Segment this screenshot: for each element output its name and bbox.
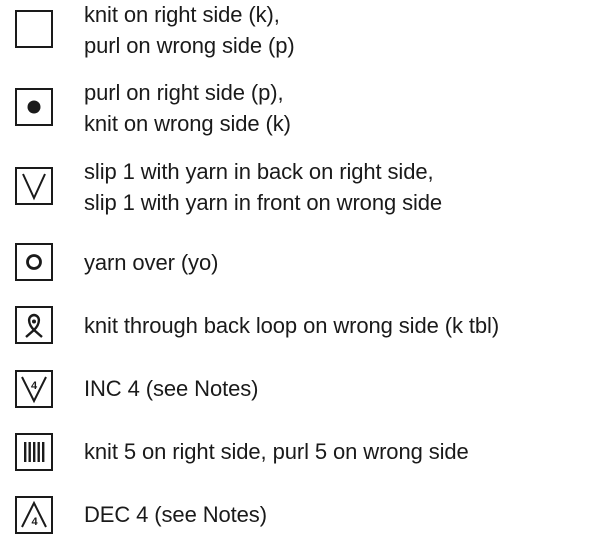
inc-4-symbol-number: 4 <box>31 380 38 392</box>
v-slip-icon <box>15 167 53 205</box>
inc-4-icon: 4 <box>15 370 53 408</box>
legend-line: knit through back loop on wrong side (k … <box>84 313 500 338</box>
legend-entry-text: INC 4 (see Notes) <box>84 373 258 404</box>
legend-entry-text: knit on right side (k), purl on wrong si… <box>84 0 295 61</box>
legend-entry-text: knit through back loop on wrong side (k … <box>84 310 499 341</box>
legend-line: INC 4 (see Notes) <box>84 376 259 401</box>
legend-entry-text: knit 5 on right side, purl 5 on wrong si… <box>84 436 469 467</box>
legend-entry-text: yarn over (yo) <box>84 247 218 278</box>
legend-line: knit on right side (k), <box>84 2 280 27</box>
legend-entry-text: purl on right side (p), knit on wrong si… <box>84 77 291 139</box>
legend-line: slip 1 with yarn in front on wrong side <box>84 190 443 215</box>
legend-line: purl on wrong side (p) <box>84 33 295 58</box>
five-bars-icon <box>15 433 53 471</box>
dot-icon <box>15 88 53 126</box>
stitch-legend: knit on right side (k), purl on wrong si… <box>0 0 600 547</box>
legend-line: knit 5 on right side, purl 5 on wrong si… <box>84 439 469 464</box>
legend-line: slip 1 with yarn in back on right side, <box>84 159 434 184</box>
yarn-over-circle-icon <box>15 243 53 281</box>
legend-line: yarn over (yo) <box>84 250 219 275</box>
legend-entry-text: slip 1 with yarn in back on right side, … <box>84 156 442 218</box>
legend-line: knit on wrong side (k) <box>84 111 291 136</box>
twisted-loop-icon <box>15 306 53 344</box>
empty-square-icon <box>15 10 53 48</box>
legend-entry-text: DEC 4 (see Notes) <box>84 499 267 530</box>
dec-4-icon: 4 <box>15 496 53 534</box>
legend-line: DEC 4 (see Notes) <box>84 502 267 527</box>
legend-line: purl on right side (p), <box>84 80 284 105</box>
dec-4-symbol-number: 4 <box>31 516 38 528</box>
